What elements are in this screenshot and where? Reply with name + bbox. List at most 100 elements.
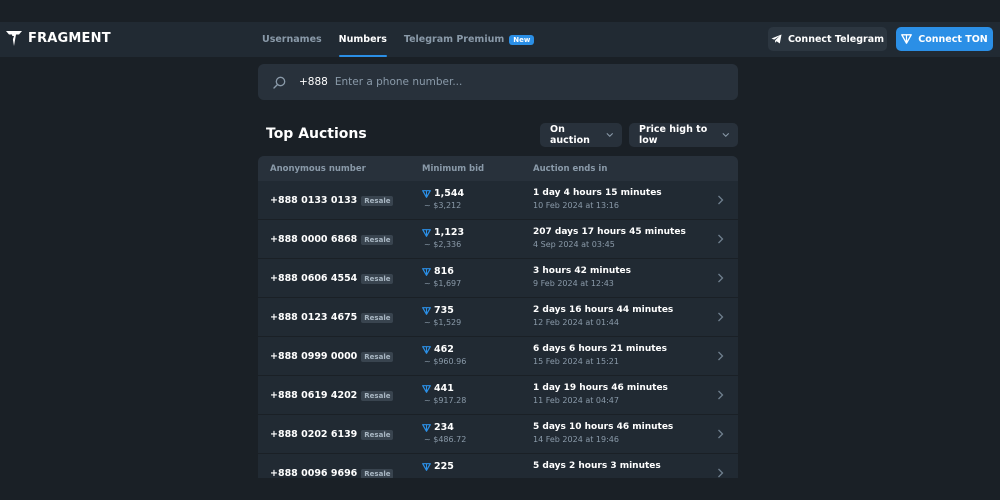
top-strip (0, 0, 1000, 22)
connect-telegram-button[interactable]: Connect Telegram (768, 27, 887, 51)
section-title: Top Auctions (266, 126, 367, 142)
phone-number-text: +888 0202 6139 (270, 429, 358, 440)
end-date: 15 Feb 2024 at 15:21 (533, 357, 619, 366)
chevron-right-icon (718, 390, 724, 400)
bid-amount: 735 (422, 305, 461, 316)
bid-amount: 234 (422, 422, 466, 433)
bid-amount: 225 (422, 461, 454, 472)
bid-ton-value: 225 (434, 461, 454, 472)
table-row[interactable]: +888 0999 0000 Resale 462 ~ $960.96 6 days 6… (258, 337, 738, 376)
table-row[interactable]: +888 0096 9696 Resale 225 5 days 2 hours 3 … (258, 454, 738, 478)
time-remaining: 1 day 4 hours 15 minutes (533, 188, 662, 198)
ton-icon (422, 189, 431, 198)
table-row[interactable]: +888 0202 6139 Resale 234 ~ $486.72 5 days 1… (258, 415, 738, 454)
phone-number: +888 0123 4675 Resale (270, 312, 394, 323)
auction-end: 3 hours 42 minutes 9 Feb 2024 at 12:43 (533, 266, 631, 288)
min-bid: 441 ~ $917.28 (422, 383, 466, 405)
new-badge: New (509, 34, 535, 45)
connect-ton-button[interactable]: Connect TON (896, 27, 993, 51)
bid-ton-value: 441 (434, 383, 454, 394)
end-date: 14 Feb 2024 at 19:46 (533, 435, 619, 444)
chevron-right-icon (718, 195, 724, 205)
end-date: 4 Sep 2024 at 03:45 (533, 240, 615, 249)
tab-telegram-premium[interactable]: Telegram Premium New (403, 22, 535, 57)
phone-number: +888 0619 4202 Resale (270, 390, 394, 401)
table-row[interactable]: +888 0000 6868 Resale 1,123 ~ $2,336 207 day… (258, 220, 738, 259)
sort-dropdown[interactable]: Price high to low (629, 123, 738, 147)
min-bid: 816 ~ $1,697 (422, 266, 461, 288)
phone-number: +888 0999 0000 Resale (270, 351, 394, 362)
connect-ton-label: Connect TON (918, 33, 988, 45)
phone-number: +888 0606 4554 Resale (270, 273, 394, 284)
table-row[interactable]: +888 0123 4675 Resale 735 ~ $1,529 2 days 16… (258, 298, 738, 337)
tab-label: Numbers (338, 34, 387, 45)
chevron-down-icon (606, 132, 614, 138)
resale-badge: Resale (361, 468, 394, 478)
tab-usernames[interactable]: Usernames (262, 22, 322, 57)
bid-ton-value: 234 (434, 422, 454, 433)
bid-ton-value: 462 (434, 344, 454, 355)
bid-usd-value: ~ $486.72 (424, 435, 467, 444)
fragment-logo-icon (6, 31, 22, 46)
bid-ton-value: 1,544 (434, 188, 465, 199)
resale-badge: Resale (361, 390, 394, 401)
chevron-right-icon (718, 351, 724, 361)
auction-end: 5 days 2 hours 3 minutes (533, 461, 661, 474)
tab-numbers[interactable]: Numbers (338, 22, 388, 57)
status-filter-dropdown[interactable]: On auction (540, 123, 622, 147)
resale-badge: Resale (361, 429, 394, 440)
navbar: FRAGMENT Usernames Numbers Telegram Prem… (0, 22, 1000, 57)
ton-icon (901, 34, 913, 44)
table-header: Anonymous number Minimum bid Auction end… (258, 156, 738, 181)
sort-label: Price high to low (639, 124, 708, 146)
phone-number: +888 0096 9696 Resale (270, 468, 394, 478)
table-row[interactable]: +888 0619 4202 Resale 441 ~ $917.28 1 day 19… (258, 376, 738, 415)
table-row[interactable]: +888 0606 4554 Resale 816 ~ $1,697 3 hours 4… (258, 259, 738, 298)
phone-prefix: +888 (299, 76, 328, 88)
column-header-bid: Minimum bid (422, 164, 485, 174)
chevron-right-icon (718, 273, 724, 283)
phone-number: +888 0133 0133 Resale (270, 195, 394, 206)
ton-icon (422, 267, 431, 276)
phone-number: +888 0000 6868 Resale (270, 234, 394, 245)
ton-icon (422, 423, 431, 432)
ton-icon (422, 345, 431, 354)
ton-icon (422, 384, 431, 393)
ton-icon (422, 306, 431, 315)
table-row[interactable]: +888 0133 0133 Resale 1,544 ~ $3,212 1 day 4… (258, 181, 738, 220)
min-bid: 735 ~ $1,529 (422, 305, 461, 327)
auction-end: 1 day 4 hours 15 minutes 10 Feb 2024 at 1… (533, 188, 662, 210)
phone-search-input[interactable] (334, 76, 715, 88)
phone-number-text: +888 0133 0133 (270, 195, 358, 206)
bid-amount: 462 (422, 344, 466, 355)
chevron-right-icon (718, 429, 724, 439)
tab-label: Usernames (262, 34, 322, 45)
auction-end: 2 days 16 hours 44 minutes 12 Feb 2024 at… (533, 305, 673, 327)
bid-ton-value: 816 (434, 266, 454, 277)
end-date: 11 Feb 2024 at 04:47 (533, 396, 619, 405)
resale-badge: Resale (361, 312, 394, 323)
auction-end: 5 days 10 hours 46 minutes 14 Feb 2024 at… (533, 422, 673, 444)
min-bid: 1,544 ~ $3,212 (422, 188, 464, 210)
search-bar: +888 (258, 64, 738, 100)
chevron-right-icon (718, 468, 724, 478)
telegram-icon (771, 34, 782, 44)
phone-number: +888 0202 6139 Resale (270, 429, 394, 440)
bid-ton-value: 735 (434, 305, 454, 316)
tab-label: Telegram Premium (403, 34, 505, 45)
nav-tabs: Usernames Numbers Telegram Premium New (262, 22, 551, 57)
phone-number-text: +888 0096 9696 (270, 468, 358, 478)
connect-telegram-label: Connect Telegram (787, 33, 885, 45)
bid-usd-value: ~ $1,697 (424, 279, 462, 288)
resale-badge: Resale (361, 273, 394, 284)
logo[interactable]: FRAGMENT (6, 31, 111, 46)
bid-usd-value: ~ $2,336 (424, 240, 462, 249)
search-icon (273, 76, 286, 89)
auction-end: 1 day 19 hours 46 minutes 11 Feb 2024 at … (533, 383, 668, 405)
min-bid: 234 ~ $486.72 (422, 422, 466, 444)
status-filter-label: On auction (550, 124, 590, 146)
min-bid: 462 ~ $960.96 (422, 344, 466, 366)
end-date: 10 Feb 2024 at 13:16 (533, 201, 619, 210)
phone-number-text: +888 0123 4675 (270, 312, 358, 323)
time-remaining: 1 day 19 hours 46 minutes (533, 383, 668, 393)
